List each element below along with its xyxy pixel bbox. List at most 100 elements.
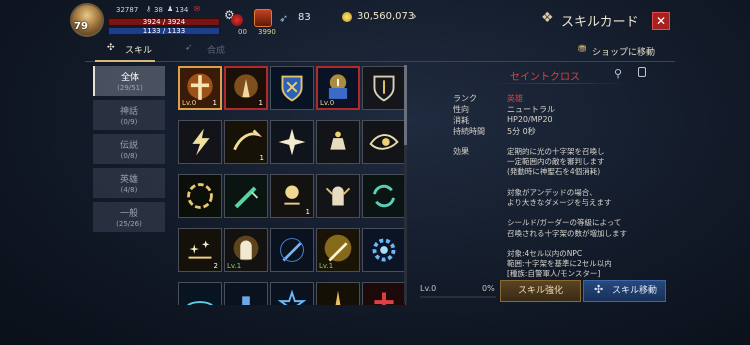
- skill-card-slot[interactable]: [178, 174, 222, 218]
- cost-value: HP20/MP20: [507, 115, 553, 124]
- category-count: (29/51): [117, 84, 143, 92]
- category-mythic[interactable]: 神話 (0/9): [93, 100, 165, 130]
- cost-label: 消耗: [453, 116, 469, 125]
- category-name: 神話: [119, 107, 138, 117]
- card-count: 1: [259, 154, 264, 162]
- skill-card-slot[interactable]: [362, 228, 406, 272]
- skill-detail-panel: セイントクロス ⚲ ランク 英雄 性向 ニュートラル 消耗 HP20/MP20 …: [418, 65, 670, 279]
- skill-card-slot[interactable]: [224, 282, 268, 305]
- skill-card-slot[interactable]: [270, 228, 314, 272]
- shop-link[interactable]: ショップに移動: [592, 45, 655, 58]
- enhance-progress-bar: [420, 296, 496, 298]
- active-tab-indicator: [95, 60, 155, 62]
- skill-card-slot[interactable]: 2: [178, 228, 222, 272]
- power-stat: 32787: [116, 6, 139, 14]
- skill-card-slot[interactable]: [178, 282, 222, 305]
- chevron-right-icon[interactable]: ›: [412, 9, 417, 23]
- key-icon: ⚷: [146, 5, 152, 13]
- card-level: Lv.0: [182, 99, 197, 107]
- skill-enhance-button[interactable]: スキル強化: [500, 280, 581, 302]
- category-name: 一般: [119, 209, 138, 219]
- top-hud: 79 32787 ⚷ 38 ♟ 134 ✉ 3924 / 3924 1133 /…: [0, 0, 750, 38]
- gold-amount: 30,560,073: [357, 11, 415, 22]
- card-level: Lv.0: [320, 99, 335, 107]
- category-count: (0/8): [120, 152, 138, 160]
- skill-move-icon: ✣: [594, 283, 604, 296]
- card-level: Lv.1: [319, 262, 334, 270]
- close-button[interactable]: ✕: [652, 12, 670, 30]
- search-icon[interactable]: ⚲: [614, 67, 622, 80]
- skill-card-slot[interactable]: 1: [270, 174, 314, 218]
- hp-text: 3924 / 3924: [142, 18, 186, 26]
- card-count: 2: [213, 262, 218, 270]
- skill-card-slot[interactable]: [316, 282, 360, 305]
- skill-card-slot[interactable]: [224, 174, 268, 218]
- tab-synth[interactable]: 合成: [207, 43, 225, 56]
- tab-skill-icon: ✣: [107, 43, 115, 53]
- skill-name: セイントクロス: [510, 72, 580, 83]
- red-potion-icon[interactable]: [231, 14, 243, 26]
- skill-card-slot[interactable]: [316, 174, 360, 218]
- page-title: スキルカード: [561, 15, 639, 30]
- effect-line: より大きなダメージを与えます: [507, 198, 612, 207]
- key-count: 38: [154, 6, 163, 14]
- lock-icon[interactable]: [638, 67, 646, 77]
- category-name: 英雄: [119, 175, 138, 185]
- tab-skill[interactable]: スキル: [125, 43, 152, 56]
- skill-card-grid: Lv.0 1 1 Lv.0 1 1 2 Lv.1 Lv.1: [176, 65, 406, 305]
- skill-card-slot[interactable]: [362, 120, 406, 164]
- tab-synth-icon: ➹: [185, 43, 193, 53]
- gold-coin-icon: [342, 12, 352, 22]
- category-name: 全体: [120, 73, 139, 83]
- skill-card-slot[interactable]: Lv.0 1: [178, 66, 222, 110]
- card-count: 1: [258, 99, 263, 107]
- effect-line: (発動時に神聖石を4個消耗): [507, 167, 601, 177]
- category-all[interactable]: 全体 (29/51): [93, 66, 165, 96]
- card-level: Lv.1: [227, 262, 242, 270]
- skill-card-slot[interactable]: [270, 282, 314, 305]
- duration-label: 持続時間: [453, 127, 485, 136]
- skill-card-slot[interactable]: Lv.0: [316, 66, 360, 110]
- effect-line: 召喚される十字架の数が増加します: [507, 228, 627, 238]
- shop-bag-icon[interactable]: ⛃: [578, 44, 586, 55]
- category-hero[interactable]: 英雄 (4/8): [93, 168, 165, 198]
- category-common[interactable]: 一般 (25/26): [93, 202, 165, 232]
- skill-card-slot[interactable]: [178, 120, 222, 164]
- wing-value: 83: [298, 12, 311, 23]
- potion-count: 00: [238, 28, 247, 36]
- mail-icon[interactable]: ✉: [194, 5, 200, 13]
- card-count: 1: [212, 99, 217, 107]
- title-divider: [488, 83, 628, 84]
- category-count: (25/26): [116, 220, 142, 228]
- alignment-label: 性向: [453, 105, 469, 114]
- effect-line: [種族:自警軍人/モンスター]: [507, 269, 601, 279]
- person-icon: ♟: [167, 5, 174, 13]
- skill-card-slot[interactable]: 1: [224, 120, 268, 164]
- scroll-count: 3990: [258, 28, 276, 36]
- skill-card-slot[interactable]: 1: [224, 66, 268, 110]
- mp-bar: 1133 / 1133: [108, 27, 220, 35]
- duration-value: 5分 0秒: [507, 127, 536, 136]
- skill-card-slot[interactable]: [270, 120, 314, 164]
- hp-bar: 3924 / 3924: [108, 18, 220, 26]
- category-count: (0/9): [120, 118, 138, 126]
- skill-card-slot[interactable]: [270, 66, 314, 110]
- skill-card-slot[interactable]: [316, 120, 360, 164]
- skill-card-slot[interactable]: [362, 66, 406, 110]
- rank-label: ランク: [453, 94, 477, 103]
- character-level: 79: [74, 21, 88, 32]
- skill-card-slot[interactable]: [362, 282, 406, 305]
- rank-value: 英雄: [507, 94, 523, 103]
- grid-scrollbar-thumb[interactable]: [404, 65, 407, 145]
- skill-card-icon: ❖: [541, 10, 554, 26]
- skill-card-slot[interactable]: Lv.1: [316, 228, 360, 272]
- scroll-item-icon[interactable]: [254, 9, 272, 27]
- skill-card-slot[interactable]: [362, 174, 406, 218]
- enhance-percent: 0%: [482, 284, 495, 293]
- wing-icon: ➶: [279, 12, 289, 25]
- category-legend[interactable]: 伝説 (0/8): [93, 134, 165, 164]
- alignment-value: ニュートラル: [507, 105, 555, 114]
- card-count: 1: [305, 208, 310, 216]
- tab-bar: ✣ スキル ➹ 合成: [85, 40, 675, 62]
- skill-card-slot[interactable]: Lv.1: [224, 228, 268, 272]
